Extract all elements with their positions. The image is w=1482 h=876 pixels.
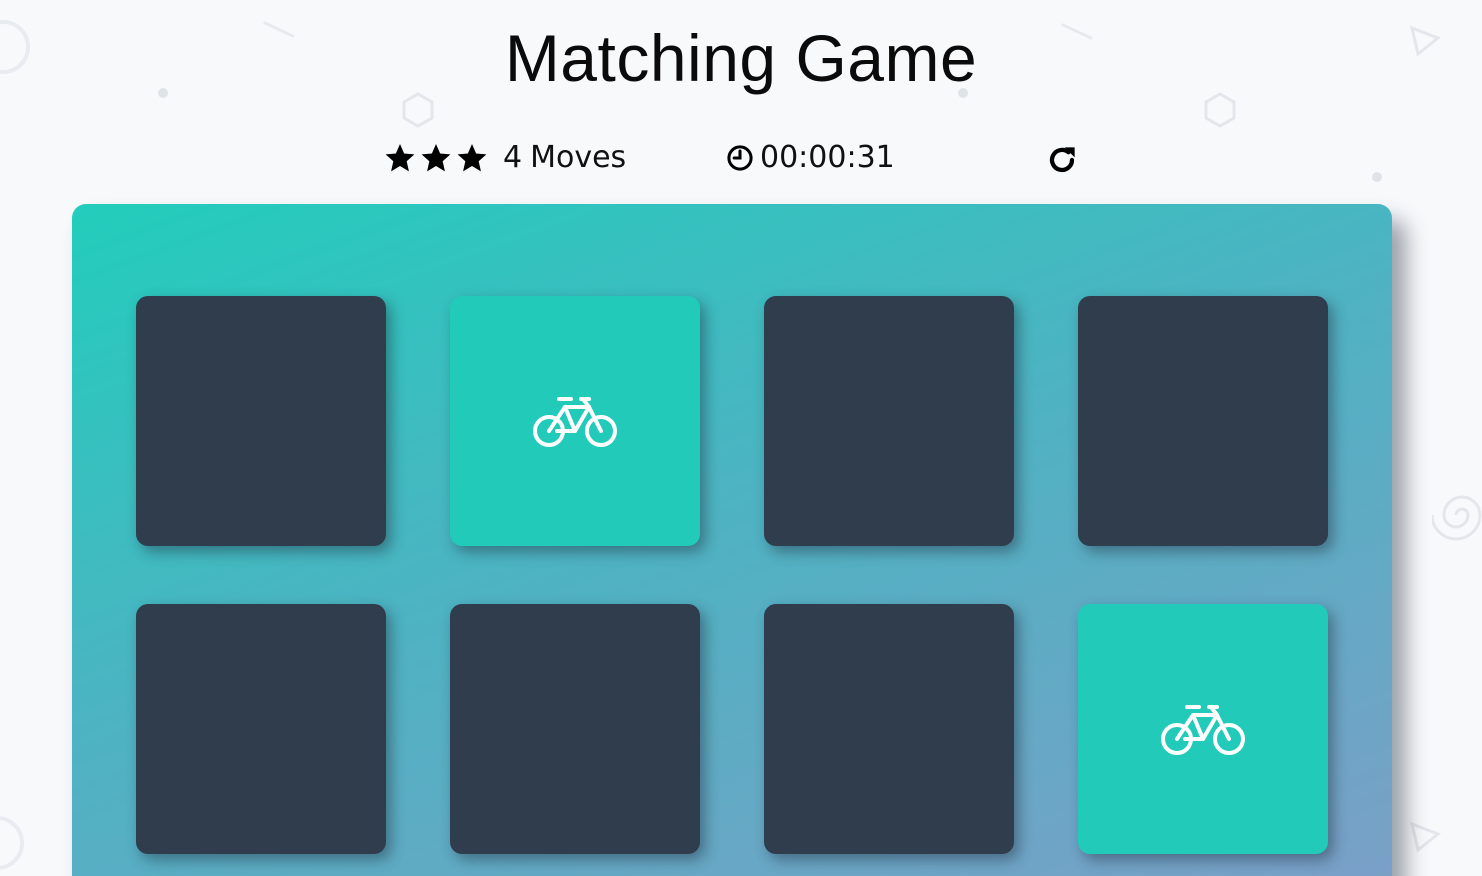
game-title: Matching Game bbox=[504, 21, 978, 95]
timer-value: 00:00:31 bbox=[760, 140, 895, 175]
card-closed[interactable] bbox=[136, 296, 386, 546]
star-icon bbox=[456, 142, 488, 174]
card-deck bbox=[72, 204, 1392, 876]
star-icon bbox=[420, 142, 452, 174]
clock-icon bbox=[726, 144, 754, 172]
card-open[interactable] bbox=[450, 296, 700, 546]
star-icon bbox=[384, 142, 416, 174]
bicycle-icon bbox=[531, 393, 619, 449]
bicycle-icon bbox=[1159, 701, 1247, 757]
background-triangle-decoration bbox=[1409, 821, 1441, 853]
redo-icon[interactable] bbox=[1046, 144, 1078, 176]
card-open[interactable] bbox=[1078, 604, 1328, 854]
background-hexagon-decoration bbox=[402, 92, 434, 128]
background-ring-decoration bbox=[0, 816, 24, 870]
restart-button[interactable] bbox=[1046, 144, 1078, 176]
card-closed[interactable] bbox=[764, 604, 1014, 854]
background-hexagon-decoration bbox=[1204, 92, 1236, 128]
move-counter: 4 Moves bbox=[503, 140, 626, 175]
game-timer: 00:00:31 bbox=[726, 140, 895, 175]
card-closed[interactable] bbox=[450, 604, 700, 854]
score-panel: 4 Moves 00:00:31 bbox=[0, 138, 1482, 184]
moves-count: 4 bbox=[503, 140, 523, 175]
card-closed[interactable] bbox=[764, 296, 1014, 546]
moves-label: Moves bbox=[530, 140, 627, 175]
background-spiral-decoration bbox=[1432, 495, 1482, 541]
card-closed[interactable] bbox=[1078, 296, 1328, 546]
game-page: Matching Game 4 Moves 00:00:31 bbox=[0, 0, 1482, 876]
star-rating bbox=[384, 142, 488, 174]
card-closed[interactable] bbox=[136, 604, 386, 854]
